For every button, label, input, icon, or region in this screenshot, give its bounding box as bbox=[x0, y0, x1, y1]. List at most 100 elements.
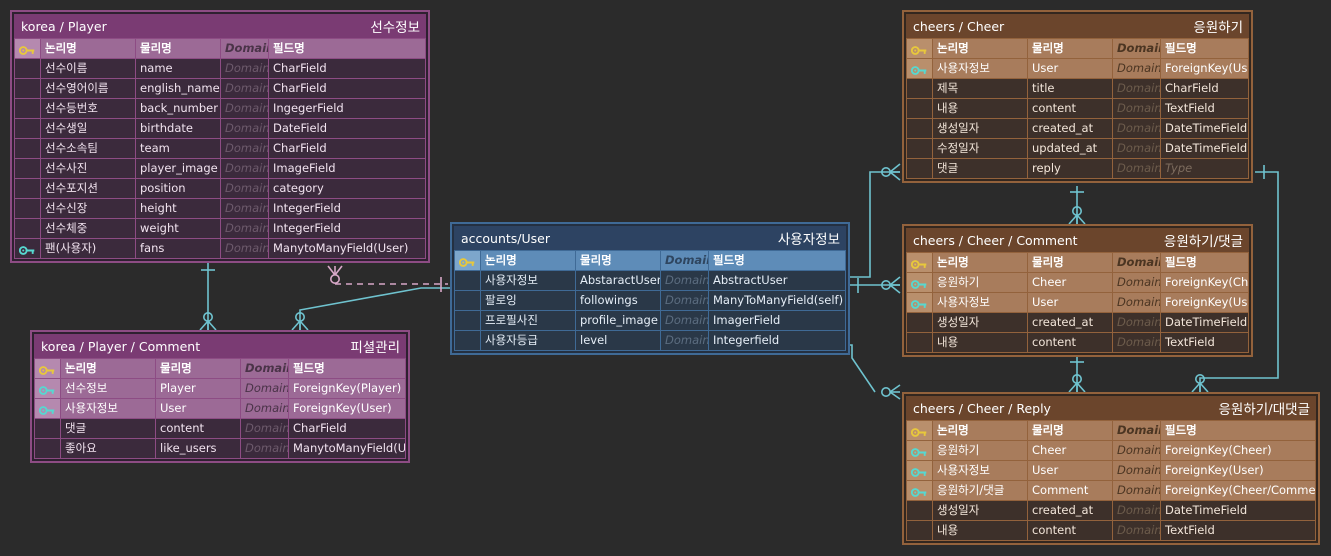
field-row[interactable]: 댓글 content Domain CharField bbox=[34, 418, 406, 439]
field-row[interactable]: 사용자정보UserDomainForeignKey(User) bbox=[34, 398, 406, 419]
field-row[interactable]: 선수이름 name Domain CharField bbox=[14, 58, 426, 79]
field-row[interactable]: 응원하기/댓글 Comment Domain ForeignKey(Cheer/Com… bbox=[906, 480, 1316, 501]
field-type-cell: TextField bbox=[1160, 98, 1249, 119]
field-type-cell: ForeignKey(User) bbox=[1160, 460, 1316, 481]
field-row[interactable]: 선수정보 Player Domain ForeignKey(Player) bbox=[34, 378, 406, 399]
field-row[interactable]: 생성일자 created_at Domain DateTimeField bbox=[906, 312, 1249, 333]
entity-title-cheer: cheers / Cheer 응원하기 bbox=[906, 14, 1249, 38]
foreign-key-icon bbox=[910, 445, 928, 457]
crowfoot-player-comment bbox=[199, 311, 217, 331]
field-type-cell: ManytoManyField(User) bbox=[288, 438, 406, 459]
column-header-row[interactable]: 논리명물리명Domain필드명 bbox=[906, 420, 1316, 441]
physical-name-cell: english_name bbox=[135, 78, 221, 99]
field-row[interactable]: 수정일자 updated_at Domain DateTimeField bbox=[906, 138, 1249, 159]
key-cell bbox=[14, 58, 41, 79]
field-row[interactable]: 사용자정보UserDomainForeignKey(User) bbox=[906, 292, 1249, 313]
field-type-cell: CharField bbox=[268, 58, 426, 79]
entity-player[interactable]: korea / Player선수정보논리명물리명Domain필드명선수이름nam… bbox=[10, 10, 430, 263]
primary-key-icon bbox=[910, 425, 928, 437]
domain-cell: Domain bbox=[220, 38, 269, 59]
entity-cheer_reply[interactable]: cheers / Cheer / Reply 응원하기/대댓글 논리명 물리명 Doma… bbox=[902, 392, 1320, 545]
field-row[interactable]: 생성일자 created_at Domain DateTimeField bbox=[906, 500, 1316, 521]
domain-cell: Domain bbox=[660, 290, 709, 311]
entity-alias: 응원하기 bbox=[1193, 20, 1243, 36]
field-row[interactable]: 제목 title Domain CharField bbox=[906, 78, 1249, 99]
physical-name-cell: 물리명 bbox=[155, 358, 241, 379]
field-type-cell: ImageField bbox=[268, 158, 426, 179]
field-row[interactable]: 내용 content Domain TextField bbox=[906, 520, 1316, 541]
physical-name-cell: content bbox=[1027, 98, 1113, 119]
primary-key-icon bbox=[38, 363, 56, 375]
key-cell bbox=[906, 312, 933, 333]
physical-name-cell: created_at bbox=[1027, 312, 1113, 333]
domain-cell: Domain bbox=[1112, 480, 1161, 501]
logical-name-cell: 응원하기/댓글 bbox=[932, 480, 1028, 501]
column-header-row[interactable]: 논리명물리명Domain필드명 bbox=[14, 38, 426, 59]
field-row[interactable]: 선수포지션 position Domain category bbox=[14, 178, 426, 199]
key-cell bbox=[14, 218, 41, 239]
field-type-cell: CharField bbox=[268, 138, 426, 159]
field-row[interactable]: 내용 content Domain TextField bbox=[906, 332, 1249, 353]
domain-cell: Domain bbox=[220, 98, 269, 119]
key-cell bbox=[906, 98, 933, 119]
field-row[interactable]: 좋아요like_usersDomainManytoManyField(User) bbox=[34, 438, 406, 459]
field-row[interactable]: 사용자등급 level Domain Integerfield bbox=[454, 330, 846, 351]
physical-name-cell: content bbox=[1027, 332, 1113, 353]
column-header-row[interactable]: 논리명물리명Domain필드명 bbox=[906, 38, 1249, 59]
field-row[interactable]: 선수소속팀 team Domain CharField bbox=[14, 138, 426, 159]
field-row[interactable]: 프로필사진 profile_image Domain ImagerField bbox=[454, 310, 846, 331]
field-row[interactable]: 선수등번호 back_number Domain IngegerField bbox=[14, 98, 426, 119]
field-row[interactable]: 선수사진 player_image Domain ImageField bbox=[14, 158, 426, 179]
logical-name-cell: 사용자정보 bbox=[932, 58, 1028, 79]
physical-name-cell: team bbox=[135, 138, 221, 159]
field-row[interactable]: 팔로잉 followings Domain ManyToManyField(self) bbox=[454, 290, 846, 311]
field-type-cell: 필드명 bbox=[1160, 252, 1249, 273]
physical-name-cell: name bbox=[135, 58, 221, 79]
domain-cell: Domain bbox=[1112, 420, 1161, 441]
domain-cell: Domain bbox=[240, 418, 289, 439]
field-row[interactable]: 내용 content Domain TextField bbox=[906, 98, 1249, 119]
logical-name-cell: 사용자정보 bbox=[480, 270, 576, 291]
entity-user[interactable]: accounts/User사용자정보논리명물리명Domain필드명사용자정보Ab… bbox=[450, 222, 850, 355]
field-row[interactable]: 응원하기CheerDomainForeignKey(Cheer) bbox=[906, 272, 1249, 293]
entity-player_comment[interactable]: korea / Player / Comment피셜관리논리명물리명Domain… bbox=[30, 330, 410, 463]
key-cell bbox=[14, 138, 41, 159]
logical-name-cell: 선수소속팀 bbox=[40, 138, 136, 159]
field-row[interactable]: 생성일자 created_at Domain DateTimeField bbox=[906, 118, 1249, 139]
primary-key-icon bbox=[458, 255, 476, 267]
field-row[interactable]: 선수체중 weight Domain IntegerField bbox=[14, 218, 426, 239]
field-type-cell: 필드명 bbox=[708, 250, 846, 271]
column-header-row[interactable]: 논리명물리명Domain필드명 bbox=[906, 252, 1249, 273]
domain-cell: Domain bbox=[1112, 118, 1161, 139]
primary-key-icon bbox=[910, 257, 928, 269]
field-type-cell: IntegerField bbox=[268, 218, 426, 239]
physical-name-cell: content bbox=[155, 418, 241, 439]
key-cell bbox=[906, 58, 933, 79]
entity-cheer[interactable]: cheers / Cheer응원하기논리명물리명Domain필드명사용자정보Us… bbox=[902, 10, 1253, 183]
field-row[interactable]: 선수영어이름 english_name Domain CharField bbox=[14, 78, 426, 99]
physical-name-cell: created_at bbox=[1027, 500, 1113, 521]
field-type-cell: ForeignKey(User) bbox=[1160, 58, 1249, 79]
crowfoot-user-playercomment bbox=[291, 311, 309, 331]
entity-alias: 선수정보 bbox=[370, 20, 420, 36]
logical-name-cell: 생성일자 bbox=[932, 312, 1028, 333]
column-header-row[interactable]: 논리명물리명Domain필드명 bbox=[34, 358, 406, 379]
field-row[interactable]: 응원하기CheerDomainForeignKey(Cheer) bbox=[906, 440, 1316, 461]
field-row[interactable]: 팬(사용자) fans Domain ManytoManyField(User) bbox=[14, 238, 426, 259]
logical-name-cell: 선수생일 bbox=[40, 118, 136, 139]
field-row[interactable]: 사용자정보 AbstaractUser Domain AbstractUser bbox=[454, 270, 846, 291]
erd-canvas[interactable]: korea / Player선수정보논리명물리명Domain필드명선수이름nam… bbox=[0, 0, 1331, 556]
field-row[interactable]: 선수생일 birthdate Domain DateField bbox=[14, 118, 426, 139]
key-cell bbox=[34, 378, 61, 399]
field-row[interactable]: 선수신장 height Domain IntegerField bbox=[14, 198, 426, 219]
logical-name-cell: 팔로잉 bbox=[480, 290, 576, 311]
field-row[interactable]: 사용자정보UserDomainForeignKey(User) bbox=[906, 58, 1249, 79]
field-row[interactable]: 사용자정보UserDomainForeignKey(User) bbox=[906, 460, 1316, 481]
field-row[interactable]: 댓글 reply Domain Type bbox=[906, 158, 1249, 179]
key-cell bbox=[34, 358, 61, 379]
entity-title-cheer_reply: cheers / Cheer / Reply 응원하기/대댓글 bbox=[906, 396, 1316, 420]
domain-cell: Domain bbox=[240, 438, 289, 459]
column-header-row[interactable]: 논리명물리명Domain필드명 bbox=[454, 250, 846, 271]
entity-cheer_comment[interactable]: cheers / Cheer / Comment 응원하기/댓글 논리명 물리명 Dom… bbox=[902, 224, 1253, 357]
key-cell bbox=[14, 78, 41, 99]
